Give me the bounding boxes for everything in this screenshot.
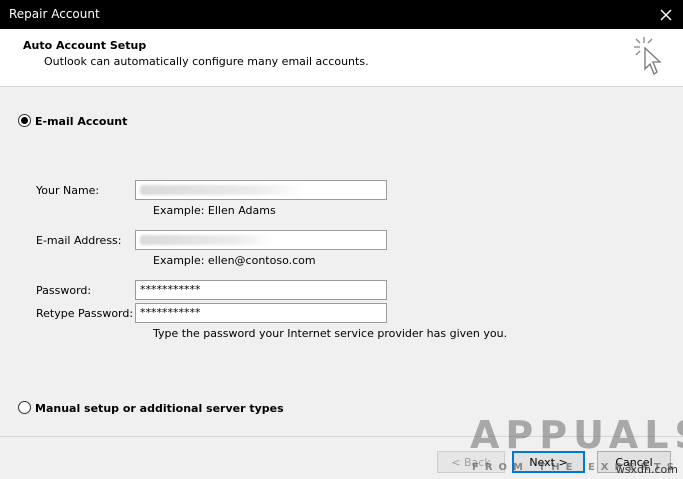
name-example: Example: Ellen Adams — [153, 204, 276, 217]
email-address-label: E-mail Address: — [36, 234, 122, 247]
retype-password-label: Retype Password: — [36, 307, 134, 320]
your-name-field[interactable] — [135, 180, 387, 200]
next-button[interactable]: Next > — [512, 451, 585, 473]
redacted-name — [140, 185, 305, 195]
redacted-email — [140, 235, 275, 245]
back-button[interactable]: < Back — [437, 451, 505, 473]
window-title: Repair Account — [9, 7, 100, 21]
header-subtitle: Outlook can automatically configure many… — [44, 55, 369, 68]
email-account-radio[interactable] — [18, 114, 31, 127]
email-account-label: E-mail Account — [35, 115, 128, 128]
header-title: Auto Account Setup — [23, 39, 147, 52]
password-hint: Type the password your Internet service … — [153, 327, 508, 340]
manual-setup-radio[interactable] — [18, 401, 31, 414]
email-address-field[interactable] — [135, 230, 387, 250]
password-field[interactable]: *********** — [135, 280, 387, 300]
wizard-footer: < Back Next > Cancel — [0, 436, 683, 479]
retype-password-field[interactable]: *********** — [135, 303, 387, 323]
email-example: Example: ellen@contoso.com — [153, 254, 316, 267]
cursor-sparkle-icon — [634, 37, 662, 75]
password-label: Password: — [36, 284, 92, 297]
your-name-label: Your Name: — [36, 184, 100, 197]
manual-setup-label: Manual setup or additional server types — [35, 402, 284, 415]
title-bar: Repair Account — [0, 0, 683, 29]
close-button[interactable] — [649, 0, 683, 29]
wizard-header: Auto Account Setup Outlook can automatic… — [0, 29, 683, 87]
close-icon — [660, 9, 672, 20]
cancel-button[interactable]: Cancel — [597, 451, 671, 473]
